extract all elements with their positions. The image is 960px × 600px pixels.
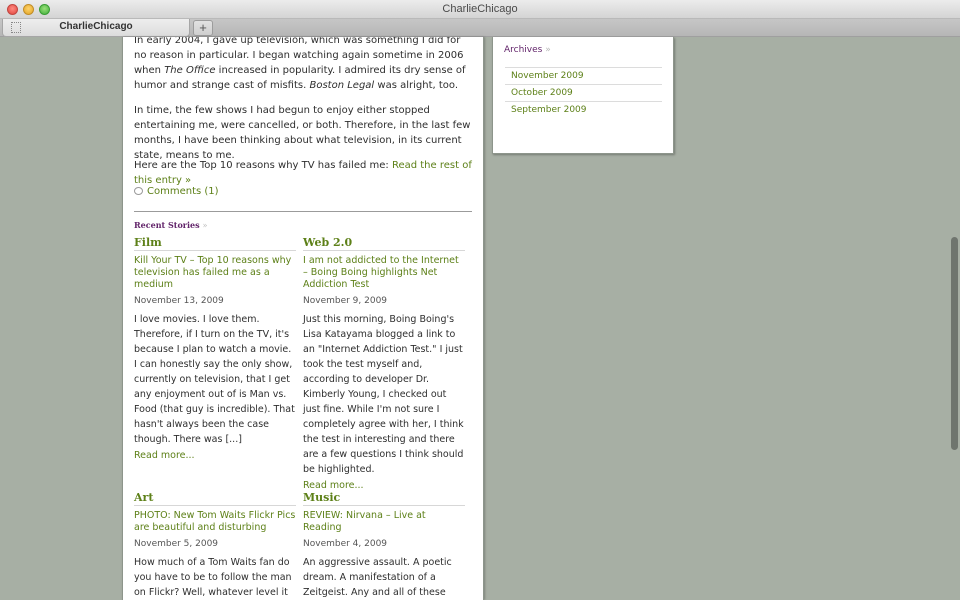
archives-widget: Archives » November 2009 October 2009 Se… (492, 37, 674, 154)
story-date: November 5, 2009 (134, 539, 219, 549)
story-date: November 9, 2009 (303, 296, 388, 306)
show-title-office: The Office (164, 65, 216, 76)
raquo-icon: » (202, 221, 208, 230)
archive-link-october-2009[interactable]: October 2009 (505, 84, 662, 101)
archives-title: Archives (504, 45, 543, 55)
story-music: Music REVIEW: Nirvana – Live at Reading … (303, 491, 465, 600)
category-heading[interactable]: Art (134, 491, 296, 506)
story-headline-link[interactable]: Kill Your TV – Top 10 reasons why televi… (134, 255, 296, 291)
story-headline-link[interactable]: PHOTO: New Tom Waits Flickr Pics are bea… (134, 510, 296, 534)
read-more-link[interactable]: Read more... (303, 480, 465, 491)
recent-stories-heading[interactable]: Recent Stories » (134, 220, 207, 230)
scrollbar-thumb[interactable] (951, 237, 958, 450)
paragraph-text: was alright, too. (374, 80, 459, 91)
story-date: November 4, 2009 (303, 539, 388, 549)
archive-link-september-2009[interactable]: September 2009 (505, 101, 662, 118)
new-tab-button[interactable]: + (193, 20, 213, 36)
tab-bar: CharlieChicago + (0, 19, 960, 37)
story-web20: Web 2.0 I am not addicted to the Interne… (303, 236, 465, 491)
story-headline-link[interactable]: REVIEW: Nirvana – Live at Reading (303, 510, 465, 534)
window-titlebar: CharlieChicago (0, 0, 960, 19)
story-excerpt: I love movies. I love them. Therefore, i… (134, 314, 295, 445)
article-paragraph-3: Here are the Top 10 reasons why TV has f… (134, 158, 474, 188)
story-headline-link[interactable]: I am not addicted to the Internet – Boin… (303, 255, 465, 291)
story-art: Art PHOTO: New Tom Waits Flickr Pics are… (134, 491, 296, 600)
recent-stories-title: Recent Stories (134, 220, 200, 230)
article-paragraph-2: In time, the few shows I had begun to en… (134, 105, 471, 161)
category-heading[interactable]: Music (303, 491, 465, 506)
read-more-link[interactable]: Read more... (134, 450, 296, 461)
story-excerpt: Just this morning, Boing Boing's Lisa Ka… (303, 314, 464, 475)
comments-link[interactable]: Comments (1) (134, 186, 219, 197)
raquo-icon: » (545, 45, 551, 55)
window-title: CharlieChicago (442, 3, 518, 15)
category-heading[interactable]: Web 2.0 (303, 236, 465, 251)
story-excerpt: An aggressive assault. A poetic dream. A… (303, 557, 452, 598)
archives-list: November 2009 October 2009 September 200… (505, 67, 662, 118)
story-excerpt: How much of a Tom Waits fan do you have … (134, 557, 292, 598)
comments-label: Comments (1) (147, 186, 219, 197)
paragraph-text: Here are the Top 10 reasons why TV has f… (134, 160, 392, 171)
divider (134, 211, 472, 212)
show-title-boston-legal: Boston Legal (309, 80, 375, 91)
story-date: November 13, 2009 (134, 296, 224, 306)
comment-bubble-icon (134, 187, 143, 195)
archives-heading[interactable]: Archives » (504, 45, 551, 55)
archive-link-november-2009[interactable]: November 2009 (505, 67, 662, 84)
story-film: Film Kill Your TV – Top 10 reasons why t… (134, 236, 296, 461)
article-paragraph-1: In early 2004, I gave up television, whi… (134, 37, 474, 93)
page-scrollbar[interactable] (948, 37, 960, 600)
category-heading[interactable]: Film (134, 236, 296, 251)
main-content: In early 2004, I gave up television, whi… (122, 37, 484, 600)
tab-charliechicago[interactable]: CharlieChicago (2, 19, 190, 37)
tab-label: CharlieChicago (59, 21, 133, 32)
